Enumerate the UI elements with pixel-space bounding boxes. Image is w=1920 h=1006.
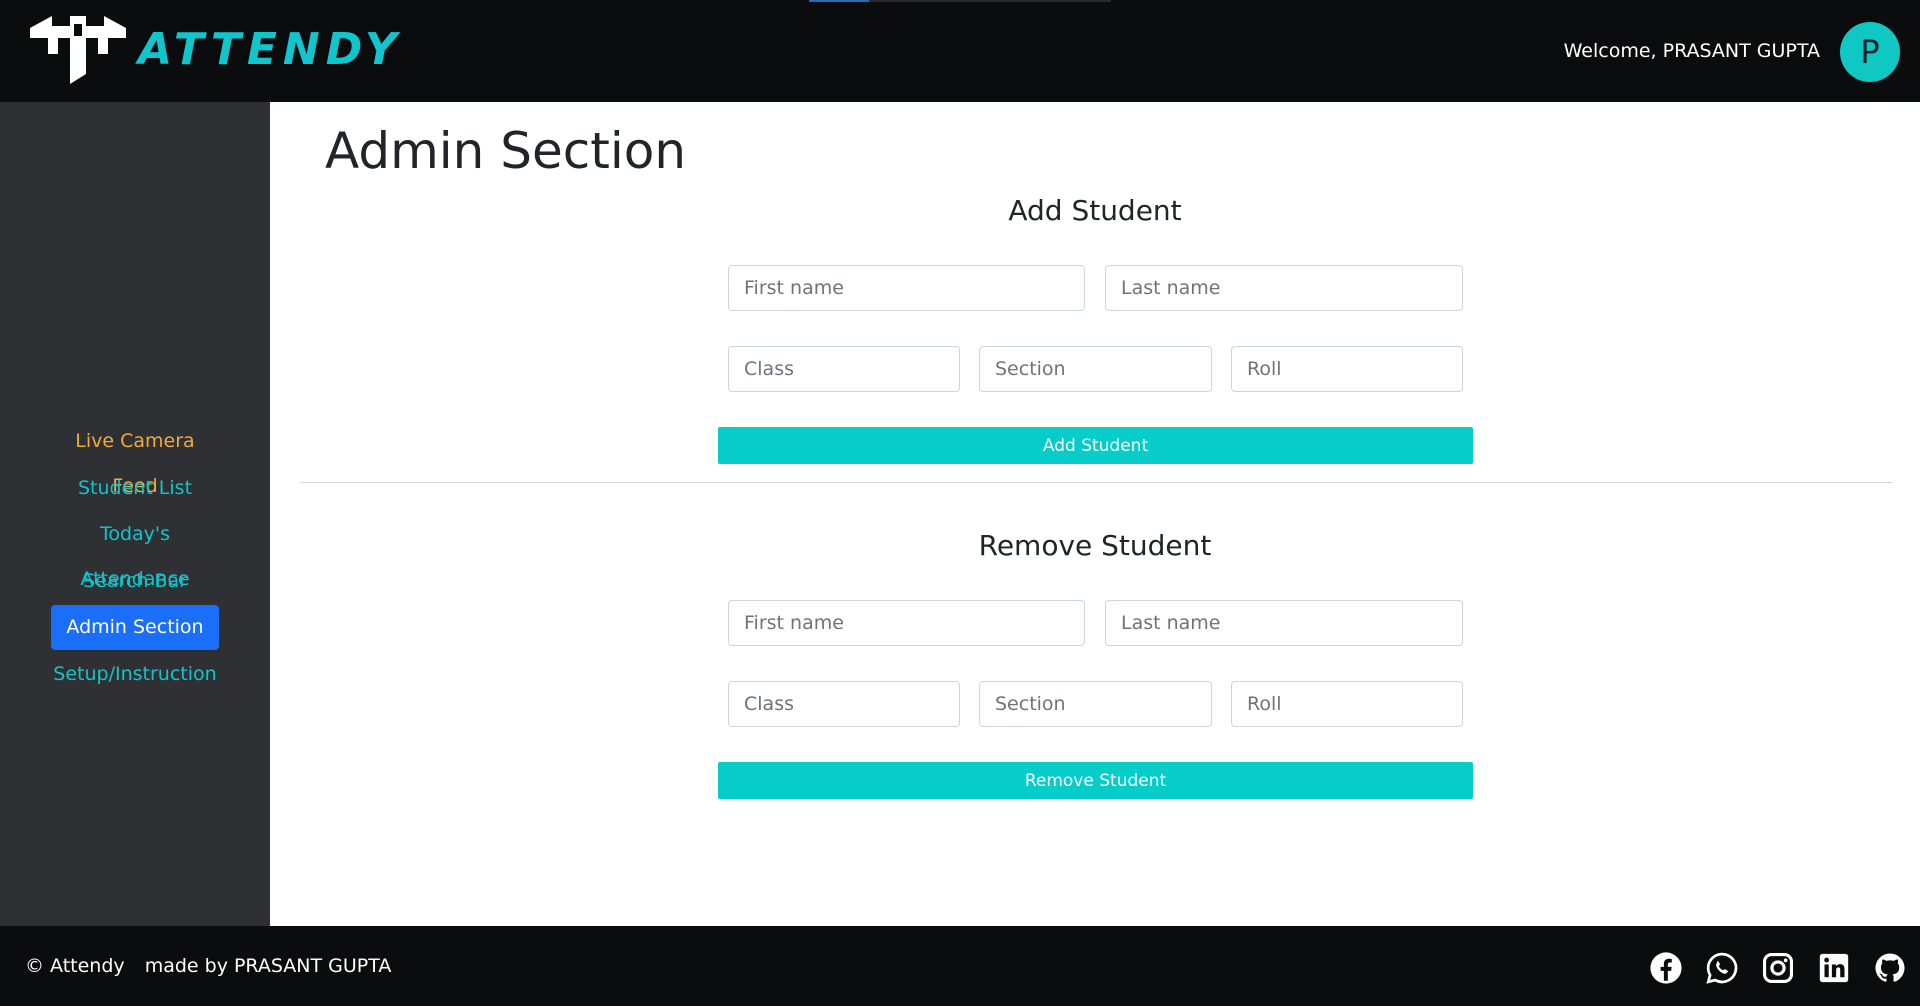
add-section-field[interactable] (979, 346, 1212, 392)
add-first-name-field[interactable] (728, 265, 1085, 311)
github-icon[interactable] (1872, 950, 1908, 986)
sidebar-item-setup-instruction[interactable]: Setup/Instruction (51, 652, 219, 697)
social-links (1648, 950, 1908, 986)
sidebar: Live Camera Feed Student List Today's At… (0, 102, 270, 926)
avatar[interactable]: P (1840, 22, 1900, 82)
brand-logo[interactable]: ATTENDY (28, 14, 403, 84)
remove-class-field[interactable] (728, 681, 960, 727)
linkedin-icon[interactable] (1816, 950, 1852, 986)
remove-last-name-field[interactable] (1105, 600, 1463, 646)
remove-student-button[interactable]: Remove Student (718, 762, 1473, 799)
sidebar-item-live-camera-feed[interactable]: Live Camera Feed (51, 419, 219, 497)
add-last-name-field[interactable] (1105, 265, 1463, 311)
brand-name: ATTENDY (138, 23, 403, 75)
copyright-text: © Attendy (25, 955, 125, 977)
credit-text: made by PRASANT GUPTA (144, 955, 392, 977)
facebook-icon[interactable] (1648, 950, 1684, 986)
main-content: Admin Section Add Student Add Student Re… (270, 102, 1920, 926)
footer-credits: © Attendy made by PRASANT GUPTA (25, 955, 391, 977)
welcome-text: Welcome, PRASANT GUPTA (1563, 40, 1820, 62)
remove-first-name-field[interactable] (728, 600, 1085, 646)
footer: © Attendy made by PRASANT GUPTA (0, 926, 1920, 1006)
add-roll-field[interactable] (1231, 346, 1463, 392)
sidebar-item-admin-section[interactable]: Admin Section (51, 605, 219, 650)
add-student-heading: Add Student (1008, 194, 1182, 227)
sidebar-nav: Live Camera Feed Student List Today's At… (0, 419, 270, 698)
instagram-icon[interactable] (1760, 950, 1796, 986)
section-divider (300, 482, 1893, 483)
remove-roll-field[interactable] (1231, 681, 1463, 727)
header-top-line-accent (809, 0, 869, 2)
sidebar-item-student-list[interactable]: Student List (51, 466, 219, 511)
page-title: Admin Section (325, 122, 687, 180)
sidebar-item-search-bar[interactable]: Search Bar (51, 559, 219, 604)
add-class-field[interactable] (728, 346, 960, 392)
whatsapp-icon[interactable] (1704, 950, 1740, 986)
add-student-button[interactable]: Add Student (718, 427, 1473, 464)
sidebar-item-todays-attendance[interactable]: Today's Attendance (51, 512, 219, 590)
remove-section-field[interactable] (979, 681, 1212, 727)
top-header: ATTENDY Welcome, PRASANT GUPTA P (0, 0, 1920, 102)
remove-student-heading: Remove Student (978, 529, 1212, 562)
logo-mark-icon (30, 16, 126, 84)
